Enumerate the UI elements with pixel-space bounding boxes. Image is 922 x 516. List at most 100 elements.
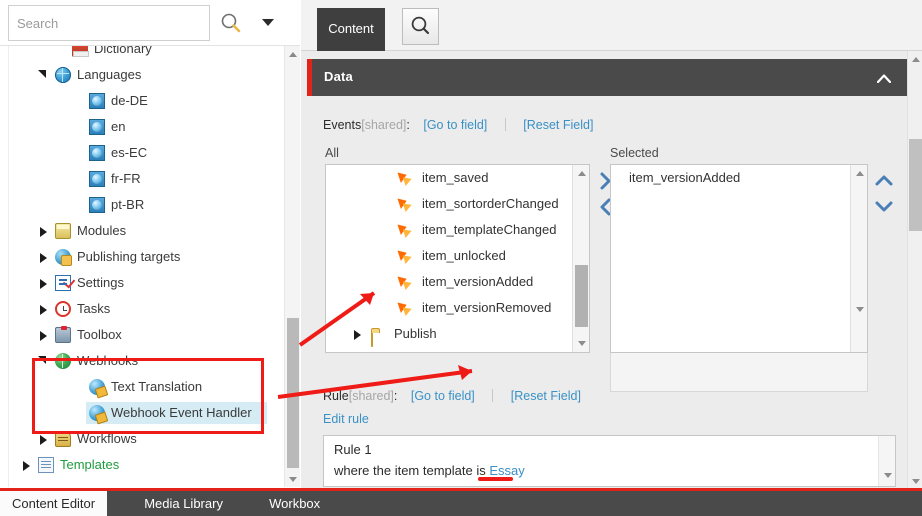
tree-node-languages[interactable]: Languages [9, 62, 279, 88]
selected-events-listbox[interactable]: item_versionAdded [610, 164, 868, 353]
chevron-up-icon[interactable] [876, 72, 892, 84]
application-tabbar: Content Editor Media Library Workbox [0, 488, 922, 516]
all-list-scroll-up-button[interactable] [573, 165, 589, 182]
content-scrollbar-thumb[interactable] [909, 139, 922, 231]
tree-scroll-up-button[interactable] [285, 46, 300, 62]
editor-tabstrip: Content [301, 0, 922, 51]
expand-triangle-icon[interactable] [21, 452, 35, 478]
tree-node-publishing-targets[interactable]: Publishing targets [9, 244, 279, 270]
tree-node-label: Settings [77, 275, 124, 290]
bottom-tab-workbox[interactable]: Workbox [257, 491, 332, 516]
folder-icon [371, 326, 387, 347]
search-input[interactable] [8, 5, 210, 41]
rule-condition-link[interactable]: Essay [489, 463, 524, 478]
tree-node-label: Publishing targets [77, 249, 181, 264]
tree-search-bar [0, 0, 300, 46]
tree-node-de-de[interactable]: de-DE [9, 88, 279, 114]
tab-content[interactable]: Content [317, 8, 385, 51]
rule-reset-field-link[interactable]: [Reset Field] [511, 389, 581, 403]
all-events-listbox[interactable]: item_saved item_sortorderChanged item_temp… [325, 164, 590, 353]
all-list-item[interactable]: item_versionAdded [326, 269, 589, 295]
tree-node-es-ec[interactable]: es-EC [9, 140, 279, 166]
content-scroll-down-button[interactable] [908, 473, 922, 488]
tree-node-pt-br[interactable]: pt-BR [9, 192, 279, 218]
events-go-to-field-link[interactable]: [Go to field] [423, 118, 487, 132]
tree-node-workflows[interactable]: Workflows [9, 426, 279, 452]
expand-triangle-icon[interactable] [38, 426, 52, 452]
tree-node-label: Workflows [77, 431, 137, 446]
expand-triangle-icon[interactable] [38, 270, 52, 296]
expand-triangle-icon[interactable] [38, 218, 52, 244]
selected-list-scroll-up-button[interactable] [851, 165, 867, 182]
selected-list-scroll-down-button[interactable] [851, 301, 867, 318]
language-icon [89, 197, 105, 213]
expand-triangle-icon[interactable] [38, 322, 52, 348]
bottom-tab-media-library[interactable]: Media Library [132, 491, 235, 516]
all-list-item[interactable]: item_sortorderChanged [326, 191, 589, 217]
book-icon [72, 46, 89, 57]
tree-node-toolbox[interactable]: Toolbox [9, 322, 279, 348]
tree-node-dictionary[interactable]: Dictionary [9, 46, 279, 62]
webhook-item-icon [89, 379, 105, 395]
tree-node-tasks[interactable]: Tasks [9, 296, 279, 322]
content-scroll-up-button[interactable] [908, 51, 922, 66]
rule-field-name: Rule [323, 389, 349, 403]
rule-field-shared: [shared] [348, 389, 394, 403]
all-list-scrollbar[interactable] [572, 165, 589, 352]
workflow-icon [55, 431, 71, 447]
all-list-scroll-down-button[interactable] [573, 335, 589, 352]
all-list-item[interactable]: item_unlocked [326, 243, 589, 269]
rule-box-scroll-down-button[interactable] [879, 467, 895, 484]
tree-node-webhooks[interactable]: Webhooks [9, 348, 279, 374]
move-down-button[interactable] [873, 194, 895, 220]
expand-triangle-icon[interactable] [38, 244, 52, 270]
expand-triangle-icon[interactable] [354, 330, 361, 340]
tree-node-en[interactable]: en [9, 114, 279, 140]
all-list-item[interactable]: item_templateChanged [326, 217, 589, 243]
bottom-tab-content-editor[interactable]: Content Editor [0, 491, 108, 516]
event-bolt-icon [398, 170, 414, 186]
selected-order-controls [873, 168, 895, 224]
sitecore-content-editor-window: Dictionary Languages de-DE en es-EC fr-FR pt-B… [0, 0, 922, 516]
event-bolt-icon [398, 300, 414, 316]
tree-node-fr-fr[interactable]: fr-FR [9, 166, 279, 192]
edit-rule-link[interactable]: Edit rule [323, 412, 369, 426]
rule-display-box[interactable]: Rule 1 where the item template is Essay [323, 435, 896, 487]
all-list-item[interactable]: item_saved [326, 165, 589, 191]
move-up-button[interactable] [873, 168, 895, 194]
all-list-item[interactable]: Publish [326, 321, 589, 347]
clock-icon [55, 301, 71, 317]
tree-scroll-down-button[interactable] [285, 471, 300, 487]
tree-node-settings[interactable]: Settings [9, 270, 279, 296]
content-panel-scrollbar[interactable] [907, 51, 922, 488]
all-list-item-label: Publish [394, 326, 437, 341]
label-divider [492, 389, 494, 402]
tree-node-text-translation[interactable]: Text Translation [9, 374, 279, 400]
tree-scrollbar[interactable] [284, 46, 300, 487]
tree-node-label: Languages [77, 67, 142, 82]
rule-box-scrollbar[interactable] [878, 436, 895, 486]
events-reset-field-link[interactable]: [Reset Field] [523, 118, 593, 132]
rule-go-to-field-link[interactable]: [Go to field] [411, 389, 475, 403]
chevron-down-icon[interactable] [262, 14, 282, 32]
toolbox-icon [55, 326, 71, 343]
collapse-triangle-icon[interactable] [38, 62, 52, 88]
tree-node-webhook-event-handler[interactable]: Webhook Event Handler [9, 400, 279, 426]
search-icon[interactable] [218, 10, 244, 36]
tree-scrollbar-thumb[interactable] [287, 318, 299, 468]
expand-triangle-icon[interactable] [38, 296, 52, 322]
all-list-scrollbar-thumb[interactable] [575, 265, 588, 327]
tab-search-button[interactable] [402, 8, 439, 45]
tree-node-templates[interactable]: Templates [9, 452, 279, 478]
events-field-shared: [shared] [361, 118, 407, 132]
all-list-item[interactable]: item_versionRemoved [326, 295, 589, 321]
data-section-header[interactable]: Data [307, 59, 907, 96]
selected-list-item[interactable]: item_versionAdded [611, 165, 867, 191]
tree-node-label: es-EC [111, 145, 148, 160]
collapse-triangle-icon[interactable] [38, 348, 52, 374]
globe-icon [55, 67, 71, 83]
content-editor-panel: Content Data Events[shared]: [Go to fiel… [301, 0, 922, 488]
tree-node-modules[interactable]: Modules [9, 218, 279, 244]
selected-list-scrollbar[interactable] [850, 165, 867, 352]
language-icon [89, 171, 105, 187]
